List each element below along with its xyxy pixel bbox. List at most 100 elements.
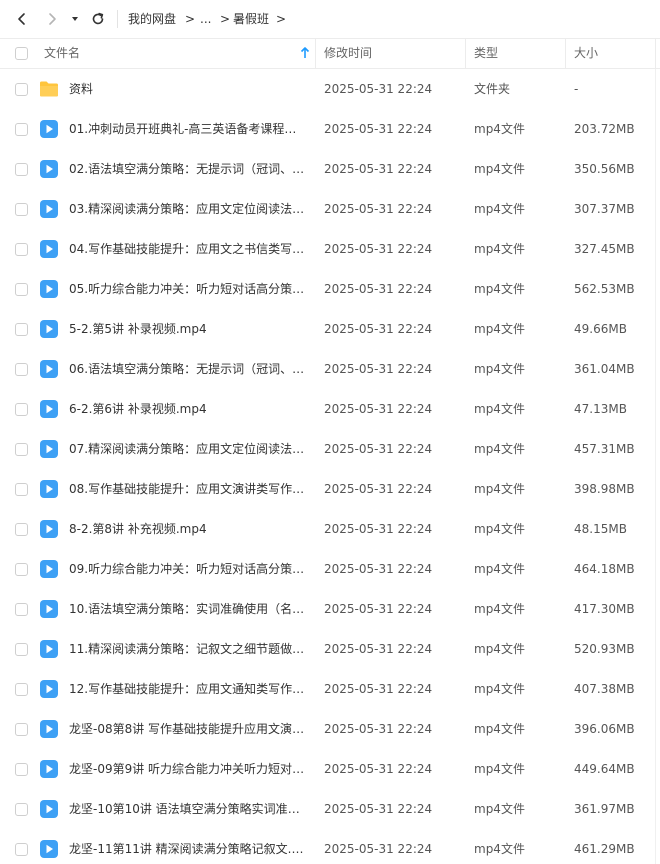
file-name[interactable]: 龙坚-08第8讲 写作基础技能提升应用文演讲类.mp4: [69, 721, 305, 737]
file-name[interactable]: 资料: [69, 81, 305, 97]
column-name-header[interactable]: 文件名: [44, 39, 80, 68]
table-row[interactable]: 8-2.第8讲 补充视频.mp4 2025-05-31 22:24 mp4文件 48.…: [0, 509, 660, 549]
video-file-icon: [39, 199, 59, 219]
select-all-checkbox[interactable]: [15, 47, 28, 60]
toolbar: 我的网盘 > ... > 暑假班 >: [0, 0, 660, 38]
row-checkbox[interactable]: [15, 243, 28, 256]
row-checkbox[interactable]: [15, 323, 28, 336]
file-name[interactable]: 09.听力综合能力冲关：听力短对话高分策略.mp4: [69, 561, 305, 577]
table-row[interactable]: 资料 2025-05-31 22:24 文件夹 -: [0, 69, 660, 109]
file-size: 520.93MB: [574, 642, 635, 656]
file-name[interactable]: 02.语法填空满分策略：无提示词（冠词、介词）.mp4: [69, 161, 305, 177]
table-row[interactable]: 08.写作基础技能提升：应用文演讲类写作.mp4 2025-05-31 22:24…: [0, 469, 660, 509]
row-checkbox[interactable]: [15, 603, 28, 616]
breadcrumb-separator[interactable]: >: [276, 11, 286, 27]
row-checkbox[interactable]: [15, 723, 28, 736]
file-name[interactable]: 8-2.第8讲 补充视频.mp4: [69, 521, 305, 537]
breadcrumb-current[interactable]: 暑假班: [233, 11, 269, 27]
row-checkbox[interactable]: [15, 163, 28, 176]
arrow-up-icon[interactable]: [300, 47, 310, 62]
file-modified-time: 2025-05-31 22:24: [324, 362, 433, 376]
column-divider[interactable]: [465, 39, 466, 68]
file-name[interactable]: 龙坚-10第10讲 语法填空满分策略实词准确使用.mp4: [69, 801, 305, 817]
caret-down-icon[interactable]: [64, 6, 86, 32]
table-row[interactable]: 11.精深阅读满分策略：记叙文之细节题做法.mp4 2025-05-31 22:2…: [0, 629, 660, 669]
table-row[interactable]: 龙坚-10第10讲 语法填空满分策略实词准确使用.mp4 2025-05-31 2…: [0, 789, 660, 829]
refresh-icon[interactable]: [85, 6, 111, 32]
table-row[interactable]: 龙坚-09第9讲 听力综合能力冲关听力短对话.mp4 2025-05-31 22:…: [0, 749, 660, 789]
table-row[interactable]: 5-2.第5讲 补录视频.mp4 2025-05-31 22:24 mp4文件 49.…: [0, 309, 660, 349]
file-size: 407.38MB: [574, 682, 635, 696]
video-file-icon: [39, 399, 59, 419]
row-checkbox[interactable]: [15, 843, 28, 856]
file-type: mp4文件: [474, 242, 525, 256]
file-name[interactable]: 04.写作基础技能提升：应用文之书信类写作.mp4: [69, 241, 305, 257]
chevron-right-icon[interactable]: [39, 6, 65, 32]
table-row[interactable]: 04.写作基础技能提升：应用文之书信类写作.mp4 2025-05-31 22:2…: [0, 229, 660, 269]
row-checkbox[interactable]: [15, 683, 28, 696]
row-checkbox[interactable]: [15, 203, 28, 216]
row-checkbox[interactable]: [15, 803, 28, 816]
table-row[interactable]: 龙坚-08第8讲 写作基础技能提升应用文演讲类.mp4 2025-05-31 22…: [0, 709, 660, 749]
row-checkbox[interactable]: [15, 523, 28, 536]
file-type: mp4文件: [474, 562, 525, 576]
video-file-icon: [39, 559, 59, 579]
column-modified-header[interactable]: 修改时间: [324, 39, 372, 68]
file-type: mp4文件: [474, 602, 525, 616]
file-name[interactable]: 06.语法填空满分策略：无提示词（冠词、连词）.mp4: [69, 361, 305, 377]
row-checkbox[interactable]: [15, 83, 28, 96]
row-checkbox[interactable]: [15, 443, 28, 456]
file-type: mp4文件: [474, 282, 525, 296]
file-name[interactable]: 5-2.第5讲 补录视频.mp4: [69, 321, 305, 337]
column-type-header[interactable]: 类型: [474, 39, 498, 68]
table-row[interactable]: 02.语法填空满分策略：无提示词（冠词、介词）.mp4 2025-05-31 22…: [0, 149, 660, 189]
row-checkbox[interactable]: [15, 563, 28, 576]
video-file-icon: [39, 839, 59, 859]
table-row[interactable]: 10.语法填空满分策略：实词准确使用（名词）.mp4 2025-05-31 22:…: [0, 589, 660, 629]
breadcrumb-ellipsis[interactable]: ...: [200, 11, 211, 27]
table-row[interactable]: 龙坚-11第11讲 精深阅读满分策略记叙文.mp4 2025-05-31 22:2…: [0, 829, 660, 864]
table-row[interactable]: 6-2.第6讲 补录视频.mp4 2025-05-31 22:24 mp4文件 47.…: [0, 389, 660, 429]
file-name[interactable]: 07.精深阅读满分策略：应用文定位阅读法.mp4: [69, 441, 305, 457]
breadcrumb-root[interactable]: 我的网盘: [128, 11, 176, 27]
row-checkbox[interactable]: [15, 363, 28, 376]
column-header: 文件名 修改时间 类型 大小: [0, 38, 660, 69]
file-modified-time: 2025-05-31 22:24: [324, 202, 433, 216]
table-row[interactable]: 07.精深阅读满分策略：应用文定位阅读法.mp4 2025-05-31 22:24…: [0, 429, 660, 469]
table-row[interactable]: 01.冲刺动员开班典礼-高三英语备考课程规划.mp4 2025-05-31 22:…: [0, 109, 660, 149]
file-name[interactable]: 03.精深阅读满分策略：应用文定位阅读法.mp4: [69, 201, 305, 217]
column-size-header[interactable]: 大小: [574, 39, 598, 68]
file-name[interactable]: 05.听力综合能力冲关：听力短对话高分策略.mp4: [69, 281, 305, 297]
file-modified-time: 2025-05-31 22:24: [324, 682, 433, 696]
column-divider[interactable]: [565, 39, 566, 68]
file-name[interactable]: 08.写作基础技能提升：应用文演讲类写作.mp4: [69, 481, 305, 497]
table-row[interactable]: 09.听力综合能力冲关：听力短对话高分策略.mp4 2025-05-31 22:2…: [0, 549, 660, 589]
file-modified-time: 2025-05-31 22:24: [324, 482, 433, 496]
table-row[interactable]: 03.精深阅读满分策略：应用文定位阅读法.mp4 2025-05-31 22:24…: [0, 189, 660, 229]
file-name[interactable]: 12.写作基础技能提升：应用文通知类写作.mp4: [69, 681, 305, 697]
video-file-icon: [39, 799, 59, 819]
table-row[interactable]: 05.听力综合能力冲关：听力短对话高分策略.mp4 2025-05-31 22:2…: [0, 269, 660, 309]
row-checkbox[interactable]: [15, 763, 28, 776]
row-checkbox[interactable]: [15, 643, 28, 656]
file-type: mp4文件: [474, 642, 525, 656]
column-divider: [655, 39, 656, 68]
file-modified-time: 2025-05-31 22:24: [324, 162, 433, 176]
table-row[interactable]: 06.语法填空满分策略：无提示词（冠词、连词）.mp4 2025-05-31 22…: [0, 349, 660, 389]
file-name[interactable]: 6-2.第6讲 补录视频.mp4: [69, 401, 305, 417]
file-name[interactable]: 10.语法填空满分策略：实词准确使用（名词）.mp4: [69, 601, 305, 617]
file-type: 文件夹: [474, 82, 511, 96]
video-file-icon: [39, 239, 59, 259]
table-row[interactable]: 12.写作基础技能提升：应用文通知类写作.mp4 2025-05-31 22:24…: [0, 669, 660, 709]
row-checkbox[interactable]: [15, 483, 28, 496]
column-divider[interactable]: [315, 39, 316, 68]
row-checkbox[interactable]: [15, 283, 28, 296]
file-name[interactable]: 龙坚-11第11讲 精深阅读满分策略记叙文.mp4: [69, 841, 305, 857]
file-name[interactable]: 01.冲刺动员开班典礼-高三英语备考课程规划.mp4: [69, 121, 305, 137]
file-name[interactable]: 11.精深阅读满分策略：记叙文之细节题做法.mp4: [69, 641, 305, 657]
chevron-left-icon[interactable]: [9, 6, 35, 32]
row-checkbox[interactable]: [15, 123, 28, 136]
file-type: mp4文件: [474, 762, 525, 776]
row-checkbox[interactable]: [15, 403, 28, 416]
file-name[interactable]: 龙坚-09第9讲 听力综合能力冲关听力短对话.mp4: [69, 761, 305, 777]
